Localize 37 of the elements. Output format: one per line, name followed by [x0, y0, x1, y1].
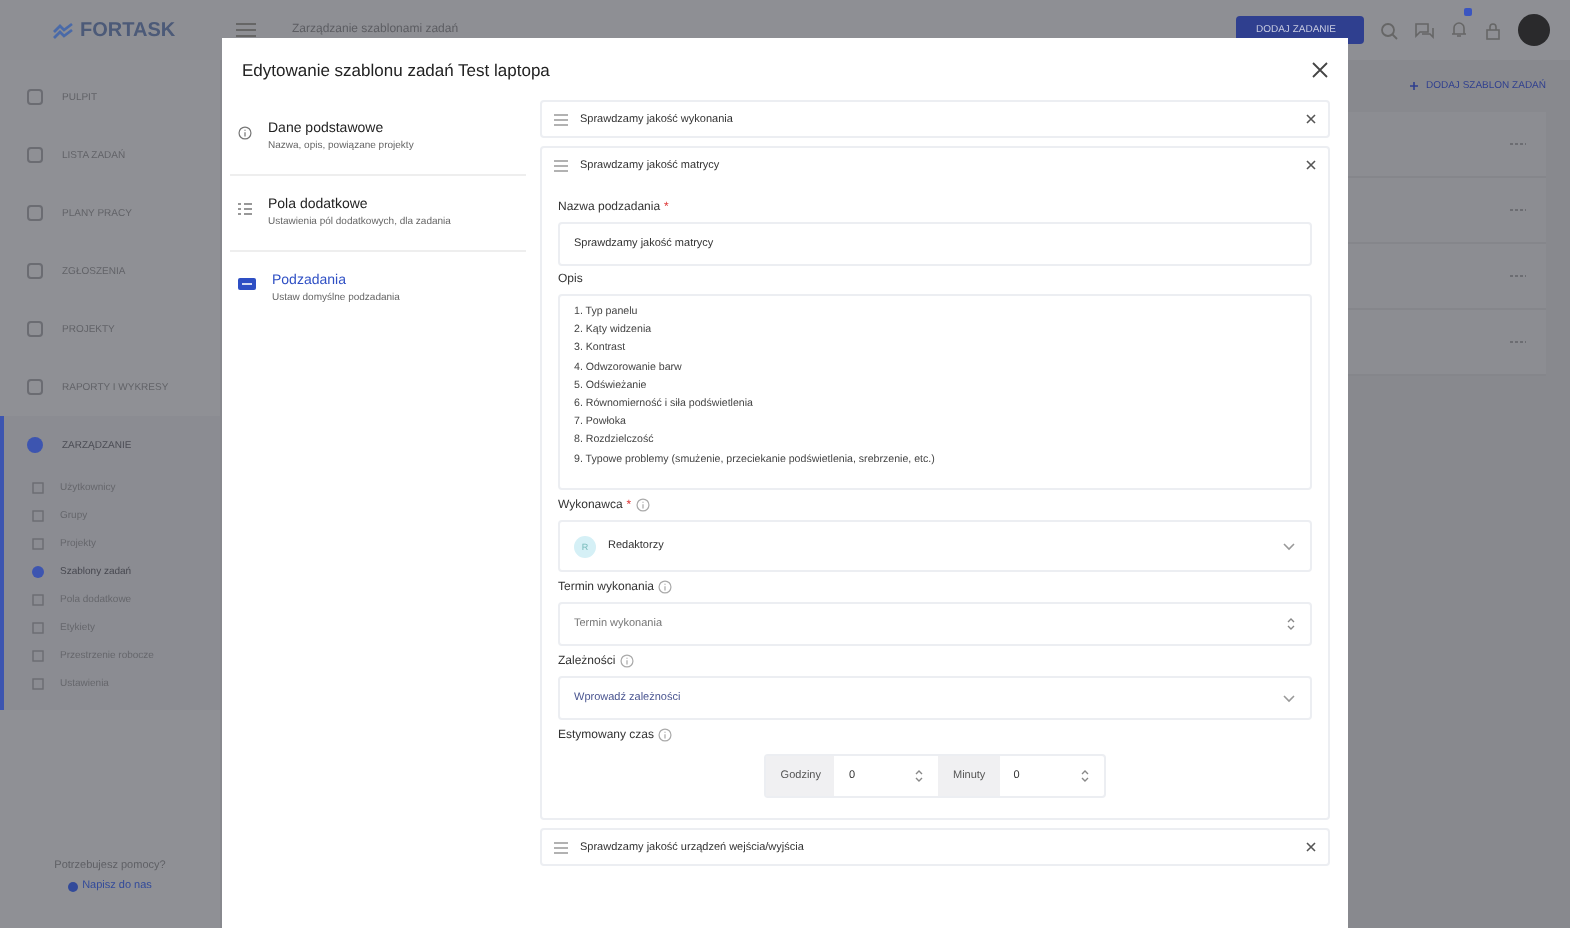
avatar[interactable] — [1518, 14, 1550, 46]
square-icon — [26, 204, 44, 222]
search-icon[interactable] — [1380, 21, 1398, 39]
remove-button[interactable] — [1306, 160, 1316, 170]
square-icon — [26, 378, 44, 396]
dot-icon — [32, 566, 44, 578]
dot-icon — [68, 881, 79, 891]
square-icon — [26, 146, 44, 164]
square-icon — [32, 622, 44, 634]
chevron-down-icon — [1282, 541, 1296, 551]
chevron-down-icon — [1282, 693, 1296, 703]
drag-handle-icon[interactable] — [554, 841, 568, 853]
drag-handle-icon[interactable] — [554, 159, 568, 171]
modal-title: Edytowanie szablonu zadań Test laptopa — [242, 59, 550, 79]
lock-icon[interactable] — [1484, 21, 1502, 39]
square-icon — [26, 320, 44, 338]
remove-button[interactable] — [1306, 842, 1316, 852]
menu-icon[interactable] — [236, 22, 256, 38]
square-icon — [32, 510, 44, 522]
circle-icon — [26, 436, 44, 454]
logo: FORTASK — [52, 19, 212, 41]
square-icon — [32, 650, 44, 662]
remove-button[interactable] — [1306, 114, 1316, 124]
plus-icon — [1409, 82, 1418, 90]
square-icon — [26, 262, 44, 280]
square-icon — [32, 678, 44, 690]
list-icon — [238, 202, 252, 216]
square-icon — [32, 594, 44, 606]
square-icon — [26, 88, 44, 106]
close-button[interactable] — [1312, 61, 1328, 77]
chat-icon[interactable] — [1414, 21, 1434, 39]
card-icon — [238, 278, 256, 290]
square-icon — [32, 538, 44, 550]
square-icon — [32, 482, 44, 494]
spinner-arrows-icon — [1286, 616, 1296, 632]
drag-handle-icon[interactable] — [554, 113, 568, 125]
info-icon — [238, 126, 252, 140]
